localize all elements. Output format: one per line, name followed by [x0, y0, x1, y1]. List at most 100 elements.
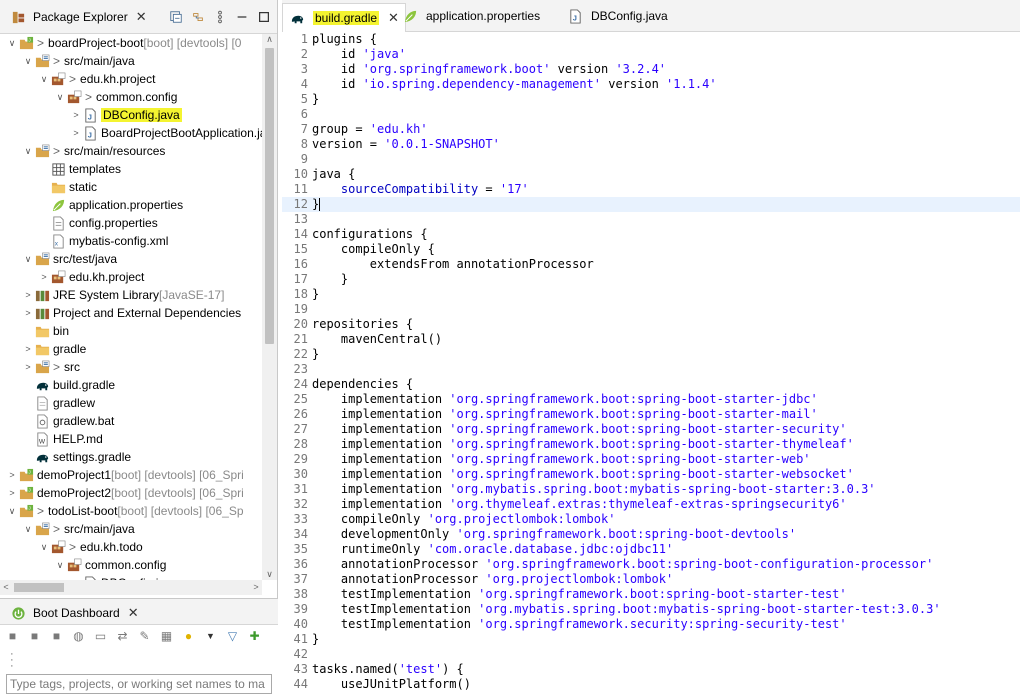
expand-arrow-icon[interactable]: > — [22, 362, 34, 372]
tree-item[interactable]: > J BoardProjectBootApplication.jav — [70, 124, 262, 142]
minimize-icon[interactable] — [234, 9, 249, 24]
tree-item[interactable]: ∨ > edu.kh.todo — [38, 538, 143, 556]
code-line[interactable]: 44 useJUnitPlatform() — [282, 677, 1020, 692]
code-line[interactable]: 41} — [282, 632, 1020, 647]
code-line[interactable]: 36 annotationProcessor 'org.springframew… — [282, 557, 1020, 572]
scrollbar-thumb[interactable] — [265, 48, 274, 344]
code-line[interactable]: 27 implementation 'org.springframework.b… — [282, 422, 1020, 437]
code-line[interactable]: 7 group = 'edu.kh' — [282, 122, 1020, 137]
code-line[interactable]: 17 } — [282, 272, 1020, 287]
expand-arrow-icon[interactable]: > — [6, 470, 18, 480]
code-line[interactable]: 12} — [282, 197, 1020, 212]
code-line[interactable]: 8 version = '0.0.1-SNAPSHOT' — [282, 137, 1020, 152]
dropdown-arrow-icon[interactable]: ▼ — [202, 627, 219, 644]
code-line[interactable]: 20 repositories { — [282, 317, 1020, 332]
filter-icon[interactable]: ▽ — [224, 627, 241, 644]
open-browser-icon[interactable]: ◍ — [70, 627, 87, 644]
edit-icon[interactable]: ✎ — [136, 627, 153, 644]
code-line[interactable]: 3 id 'org.springframework.boot' version … — [282, 62, 1020, 77]
expand-arrow-icon[interactable]: > — [70, 110, 82, 120]
code-line[interactable]: 10 java { — [282, 167, 1020, 182]
tree-item[interactable]: build.gradle — [22, 376, 115, 394]
editor-tab-build-gradle[interactable]: build.gradle ✕ — [282, 3, 406, 32]
tree-item[interactable]: ∨ > src/main/resources — [22, 142, 166, 160]
editor-tab-dbconfig-java[interactable]: J DBConfig.java — [561, 4, 674, 28]
code-line[interactable]: 6 — [282, 107, 1020, 122]
collapse-arrow-icon[interactable]: ∨ — [22, 146, 34, 157]
tree-item[interactable]: > JdemoProject2 [boot] [devtools] [06_Spr… — [6, 484, 243, 502]
view-menu-icon[interactable] — [212, 9, 227, 24]
scroll-right-arrow-icon[interactable]: > — [250, 580, 262, 595]
code-line[interactable]: 15 compileOnly { — [282, 242, 1020, 257]
code-line[interactable]: 19 — [282, 302, 1020, 317]
expand-arrow-icon[interactable]: > — [70, 128, 82, 138]
tree-horizontal-scrollbar[interactable]: < > — [0, 580, 262, 595]
tree-item[interactable]: ∨ > edu.kh.project — [38, 70, 156, 88]
code-line[interactable]: 30 implementation 'org.springframework.b… — [282, 467, 1020, 482]
link-icon[interactable]: ⇄ — [114, 627, 131, 644]
maximize-icon[interactable] — [256, 9, 271, 24]
expand-arrow-icon[interactable]: > — [38, 272, 50, 282]
code-line[interactable]: 24 dependencies { — [282, 377, 1020, 392]
restart-debug-icon[interactable]: ■ — [26, 627, 43, 644]
code-line[interactable]: 31 implementation 'org.mybatis.spring.bo… — [282, 482, 1020, 497]
code-line[interactable]: 11 sourceCompatibility = '17' — [282, 182, 1020, 197]
tree-item[interactable]: config.properties — [38, 214, 158, 232]
code-line[interactable]: 9 — [282, 152, 1020, 167]
tree-item[interactable]: > JdemoProject1 [boot] [devtools] [06_Spr… — [6, 466, 243, 484]
tree-item[interactable]: > > src — [22, 358, 80, 376]
tree-item[interactable]: gradlew — [22, 394, 95, 412]
table-icon[interactable]: ▦ — [158, 627, 175, 644]
code-line[interactable]: 1 plugins { — [282, 32, 1020, 47]
collapse-arrow-icon[interactable]: ∨ — [22, 254, 34, 265]
tree-item[interactable]: templates — [38, 160, 121, 178]
tree-item[interactable]: ∨ > common.config — [54, 88, 178, 106]
tree-item[interactable]: bin — [22, 322, 69, 340]
tree-item[interactable]: W HELP.md — [22, 430, 103, 448]
code-line[interactable]: 23 — [282, 362, 1020, 377]
collapse-arrow-icon[interactable]: ∨ — [54, 560, 66, 571]
code-line[interactable]: 42 — [282, 647, 1020, 662]
code-line[interactable]: 26 implementation 'org.springframework.b… — [282, 407, 1020, 422]
restart-icon[interactable]: ■ — [4, 627, 21, 644]
tree-item[interactable]: static — [38, 178, 97, 196]
code-line[interactable]: 28 implementation 'org.springframework.b… — [282, 437, 1020, 452]
tree-item[interactable]: > edu.kh.project — [38, 268, 144, 286]
tree-item[interactable]: settings.gradle — [22, 448, 131, 466]
code-line[interactable]: 25 implementation 'org.springframework.b… — [282, 392, 1020, 407]
scrollbar-thumb[interactable] — [14, 583, 64, 592]
tree-item[interactable]: > JRE System Library [JavaSE-17] — [22, 286, 224, 304]
boot-dashboard-filter-input[interactable] — [6, 674, 272, 694]
code-line[interactable]: 21 mavenCentral() — [282, 332, 1020, 347]
tree-item[interactable]: ∨ src/test/java — [22, 250, 117, 268]
code-line[interactable]: 34 developmentOnly 'org.springframework.… — [282, 527, 1020, 542]
close-icon[interactable]: ✕ — [136, 9, 147, 25]
expand-arrow-icon[interactable]: > — [22, 344, 34, 354]
code-line[interactable]: 29 implementation 'org.springframework.b… — [282, 452, 1020, 467]
code-line[interactable]: 38 testImplementation 'org.springframewo… — [282, 587, 1020, 602]
expand-arrow-icon[interactable]: > — [6, 488, 18, 498]
code-line[interactable]: 13 — [282, 212, 1020, 227]
code-line[interactable]: 16 extendsFrom annotationProcessor — [282, 257, 1020, 272]
close-icon[interactable]: ✕ — [128, 605, 139, 621]
tree-item[interactable]: ∨ common.config — [54, 556, 167, 574]
code-line[interactable]: 4 id 'io.spring.dependency-management' v… — [282, 77, 1020, 92]
code-line[interactable]: 32 implementation 'org.thymeleaf.extras:… — [282, 497, 1020, 512]
code-line[interactable]: 40 testImplementation 'org.springframewo… — [282, 617, 1020, 632]
tree-vertical-scrollbar[interactable]: ∧ ∨ — [262, 34, 277, 580]
collapse-arrow-icon[interactable]: ∨ — [22, 56, 34, 67]
code-editor[interactable]: 1 plugins {2 id 'java' 3 id 'org.springfra… — [282, 32, 1020, 695]
collapse-arrow-icon[interactable]: ∨ — [6, 506, 18, 517]
tree-item[interactable]: > J DBConfig.java — [70, 106, 182, 124]
code-line[interactable]: 18} — [282, 287, 1020, 302]
code-line[interactable]: 37 annotationProcessor 'org.projectlombo… — [282, 572, 1020, 587]
link-with-editor-icon[interactable] — [190, 9, 205, 24]
tree-item[interactable]: ∨ J > boardProject-boot [boot] [devtools] [… — [6, 34, 242, 52]
collapse-arrow-icon[interactable]: ∨ — [38, 74, 50, 85]
code-line[interactable]: 35 runtimeOnly 'com.oracle.database.jdbc… — [282, 542, 1020, 557]
expand-arrow-icon[interactable]: > — [22, 290, 34, 300]
code-line[interactable]: 22} — [282, 347, 1020, 362]
tree-item[interactable]: > Project and External Dependencies — [22, 304, 241, 322]
tree-item[interactable]: > gradle — [22, 340, 86, 358]
editor-tab-application-properties[interactable]: application.properties — [396, 4, 546, 28]
